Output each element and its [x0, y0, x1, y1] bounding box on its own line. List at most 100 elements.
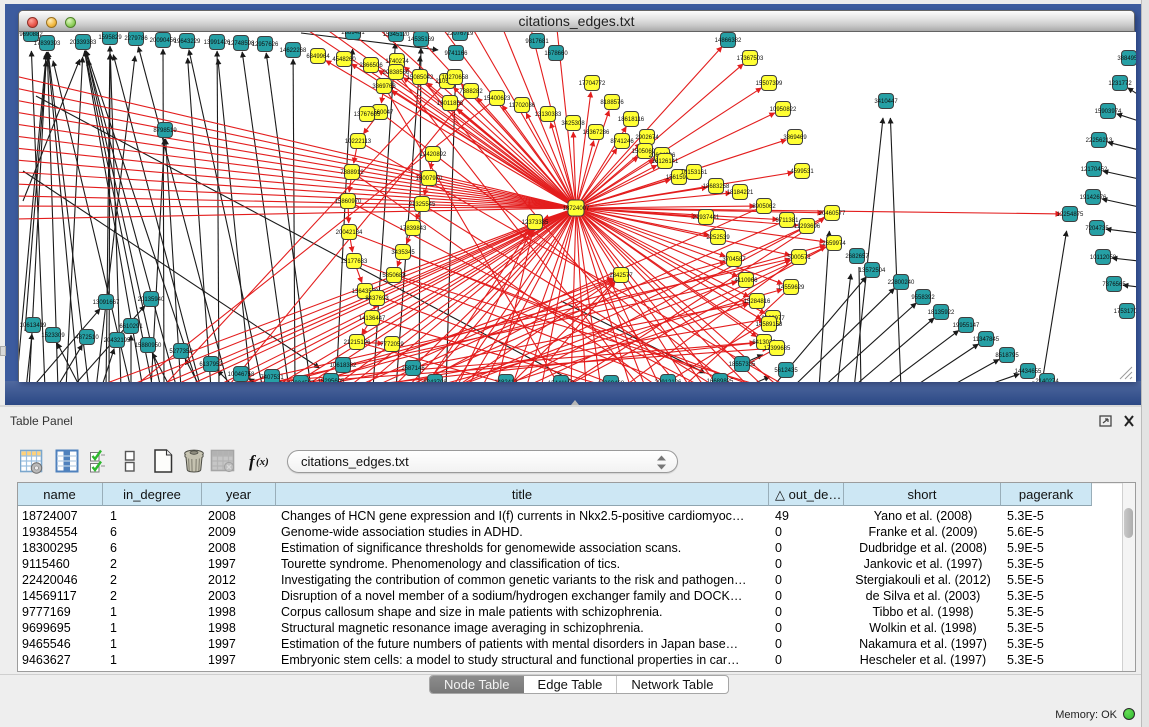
svg-text:8518795: 8518795 [995, 353, 1019, 359]
svg-text:18007970: 18007970 [416, 176, 443, 182]
svg-text:9317681: 9317681 [525, 39, 549, 45]
svg-text:2252539: 2252539 [706, 235, 730, 241]
svg-text:5850688: 5850688 [382, 273, 406, 279]
svg-text:1523309: 1523309 [41, 333, 65, 339]
svg-text:10222113: 10222113 [345, 139, 372, 145]
svg-text:15345120: 15345120 [383, 32, 410, 38]
svg-text:15860970: 15860970 [335, 199, 362, 205]
svg-text:19955147: 19955147 [953, 323, 980, 329]
svg-text:8437693: 8437693 [365, 296, 389, 302]
svg-text:7376565: 7376565 [1102, 282, 1126, 288]
svg-text:21215196: 21215196 [344, 340, 371, 346]
svg-text:6137953: 6137953 [199, 362, 223, 368]
svg-text:12254875: 12254875 [1057, 212, 1084, 218]
svg-text:20912126: 20912126 [655, 380, 682, 382]
svg-text:14559629: 14559629 [778, 285, 805, 291]
svg-text:11347845: 11347845 [973, 337, 1000, 343]
svg-text:5612435: 5612435 [774, 368, 798, 374]
svg-text:17531706: 17531706 [1114, 309, 1136, 315]
svg-text:7772059: 7772059 [380, 342, 404, 348]
svg-text:1595829: 1595829 [98, 35, 122, 41]
svg-text:18135922: 18135922 [928, 310, 955, 316]
svg-text:3425308: 3425308 [561, 121, 585, 127]
svg-text:8798519: 8798519 [153, 128, 177, 134]
svg-text:16024597: 16024597 [288, 381, 315, 382]
svg-text:4548260: 4548260 [332, 57, 356, 63]
svg-text:7388282: 7388282 [459, 89, 483, 95]
svg-text:15441192: 15441192 [548, 381, 575, 382]
svg-text:10112058: 10112058 [1090, 255, 1117, 261]
svg-text:16126141: 16126141 [652, 159, 679, 165]
svg-text:12373335: 12373335 [522, 220, 549, 226]
svg-text:14622268: 14622268 [280, 48, 307, 54]
svg-text:2842577: 2842577 [609, 273, 633, 279]
svg-text:3435345: 3435345 [391, 250, 415, 256]
svg-text:20460577: 20460577 [819, 211, 846, 217]
svg-text:20042184: 20042184 [336, 230, 363, 236]
svg-text:10613419: 10613419 [20, 323, 47, 329]
svg-text:8905062: 8905062 [752, 204, 776, 210]
svg-text:18184221: 18184221 [727, 190, 754, 196]
svg-text:4110966: 4110966 [735, 278, 759, 284]
svg-text:10950822: 10950822 [770, 107, 797, 113]
svg-text:15085042: 15085042 [407, 75, 434, 81]
svg-text:15903974: 15903974 [1095, 109, 1122, 115]
svg-text:12170452: 12170452 [1081, 167, 1108, 173]
svg-text:2889481: 2889481 [341, 32, 365, 36]
svg-text:11269468: 11269468 [598, 381, 625, 382]
svg-text:(x): (x) [256, 456, 269, 468]
svg-text:13177633: 13177633 [341, 259, 368, 265]
svg-text:12957626: 12957626 [252, 42, 279, 48]
svg-text:18011858: 18011858 [437, 101, 464, 107]
svg-text:1678660: 1678660 [544, 51, 568, 57]
svg-text:16367286: 16367286 [583, 130, 610, 136]
svg-text:15880950: 15880950 [135, 343, 162, 349]
svg-text:21937441: 21937441 [693, 215, 720, 221]
svg-text:2659974: 2659974 [822, 241, 846, 247]
svg-text:9741166: 9741166 [445, 51, 469, 57]
svg-text:9558392: 9558392 [911, 295, 935, 301]
svg-text:10153161: 10153161 [681, 170, 708, 176]
svg-text:14589153: 14589153 [756, 322, 783, 328]
svg-text:2902674: 2902674 [635, 135, 659, 141]
svg-text:2587146: 2587146 [401, 366, 425, 372]
svg-text:13767605: 13767605 [354, 112, 381, 118]
svg-text:6610291: 6610291 [119, 324, 143, 330]
svg-text:16689825: 16689825 [707, 379, 734, 382]
svg-text:2682657: 2682657 [845, 254, 869, 260]
svg-text:7888912: 7888912 [340, 170, 364, 176]
svg-text:18724007: 18724007 [563, 206, 590, 212]
svg-text:8243708: 8243708 [423, 380, 447, 382]
svg-text:15295605: 15295605 [318, 379, 345, 382]
svg-text:17704772: 17704772 [579, 81, 606, 87]
svg-text:13091667: 13091667 [93, 300, 120, 306]
svg-text:17839843: 17839843 [400, 226, 427, 232]
svg-text:13572504: 13572504 [859, 268, 886, 274]
svg-text:15400623: 15400623 [484, 96, 511, 102]
svg-text:7204735: 7204735 [1085, 226, 1109, 232]
svg-text:11702036: 11702036 [509, 103, 536, 109]
svg-text:1482413: 1482413 [494, 380, 518, 382]
svg-text:1231772: 1231772 [1108, 81, 1132, 87]
svg-text:22256213: 22256213 [1086, 138, 1113, 144]
svg-text:17399685: 17399685 [764, 346, 791, 352]
svg-text:13130333: 13130333 [535, 112, 562, 118]
svg-text:14535169: 14535169 [408, 37, 435, 43]
svg-text:11293696: 11293696 [794, 224, 821, 230]
svg-text:4599531: 4599531 [790, 169, 814, 175]
svg-text:19643229: 19643229 [174, 39, 201, 45]
svg-text:2366506: 2366506 [359, 63, 383, 69]
svg-text:8188576: 8188576 [600, 100, 624, 106]
svg-text:14866382: 14866382 [715, 38, 742, 44]
svg-text:20135940: 20135940 [138, 297, 165, 303]
svg-text:18618116: 18618116 [618, 117, 645, 123]
svg-text:5000571: 5000571 [787, 255, 811, 261]
svg-text:10046758: 10046758 [228, 372, 255, 378]
svg-text:15284816: 15284816 [744, 299, 771, 305]
svg-text:22076719: 22076719 [447, 32, 474, 37]
svg-text:3410447: 3410447 [874, 99, 898, 105]
svg-text:17839393: 17839393 [34, 41, 61, 47]
svg-text:3704587: 3704587 [722, 257, 746, 263]
svg-text:14136447: 14136447 [359, 316, 386, 322]
svg-text:3884954: 3884954 [1117, 56, 1136, 62]
